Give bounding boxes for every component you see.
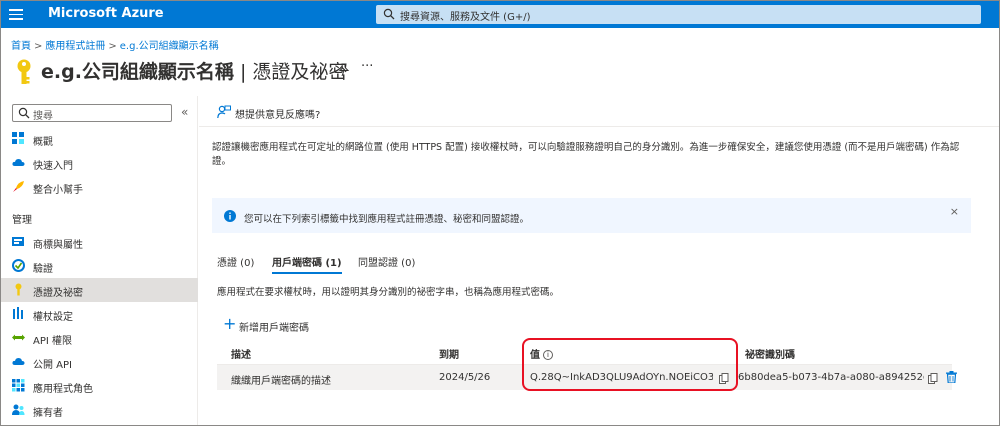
authentication-icon: [12, 259, 25, 272]
tab-certificates[interactable]: 憑證 (0): [217, 254, 254, 269]
tab-federated-credentials[interactable]: 同盟認證 (0): [358, 254, 415, 269]
sidebar-item-integration-assistant[interactable]: 整合小幫手: [1, 175, 198, 199]
sidebar-item-api-permissions[interactable]: API 權限: [1, 326, 198, 350]
main-content: 想提供意見反應嗎? 認證讓機密應用程式在可定址的網路位置 (使用 HTTPS 配…: [199, 96, 999, 425]
key-icon: [15, 283, 22, 296]
collapse-sidebar-button[interactable]: «: [181, 105, 188, 119]
key-icon: [17, 59, 31, 84]
sidebar-item-label: 擁有者: [33, 408, 63, 419]
cloud-quickstart-icon: [12, 159, 25, 166]
close-icon[interactable]: ×: [950, 205, 959, 218]
plus-icon: +: [223, 314, 237, 333]
branding-icon: [12, 237, 24, 246]
sidebar-item-label: 權杖設定: [33, 312, 73, 323]
breadcrumb-separator: >: [34, 41, 43, 52]
page-title-app-name: e.g.公司組織顯示名稱: [41, 61, 234, 83]
rocket-icon: [13, 181, 24, 192]
info-icon: [224, 210, 236, 222]
page-title-section: 憑證及祕密: [252, 61, 348, 83]
secret-id-cell: 6b80dea5-b073-4b7a-a080-a894252d...: [738, 372, 924, 383]
search-icon: [383, 8, 395, 20]
page-title-separator: |: [233, 61, 253, 83]
breadcrumb-app-registrations[interactable]: 應用程式註冊: [45, 41, 105, 52]
global-search-input[interactable]: 搜尋資源、服務及文件 (G+/): [376, 5, 981, 24]
sidebar-item-label: 憑證及祕密: [33, 288, 83, 299]
value-highlight-annotation: [522, 338, 738, 391]
column-header-expires: 到期: [439, 350, 459, 361]
sidebar-item-authentication[interactable]: 驗證: [1, 254, 198, 278]
sidebar-item-quickstart[interactable]: 快速入門: [1, 151, 198, 175]
command-bar-divider: [199, 126, 999, 127]
sidebar-search-input[interactable]: 搜尋: [12, 104, 172, 122]
info-banner: 您可以在下列索引標籤中找到應用程式註冊憑證、秘密和同盟認證。 ×: [212, 198, 971, 233]
delete-trash-icon[interactable]: [946, 371, 957, 383]
tab-client-secrets[interactable]: 用戶端密碼 (1): [272, 254, 342, 274]
column-header-description: 描述: [231, 350, 251, 361]
azure-portal-window: Microsoft Azure 搜尋資源、服務及文件 (G+/) 首頁 > 應用程式…: [0, 0, 1000, 426]
breadcrumb-app-name[interactable]: e.g.公司組織顯示名稱: [120, 41, 219, 52]
sidebar-item-branding[interactable]: 商標與屬性: [1, 230, 198, 254]
brand-name[interactable]: Microsoft Azure: [48, 6, 164, 21]
app-roles-icon: [12, 379, 25, 392]
sidebar-item-overview[interactable]: 概觀: [1, 127, 198, 151]
top-nav-bar: Microsoft Azure 搜尋資源、服務及文件 (G+/): [1, 1, 999, 28]
hamburger-menu-icon[interactable]: [9, 9, 23, 20]
column-header-secret-id: 祕密識別碼: [745, 350, 795, 361]
sidebar-search-placeholder: 搜尋: [33, 111, 53, 122]
sidebar-item-label: 整合小幫手: [33, 185, 83, 196]
sidebar-section-manage: 管理: [12, 215, 32, 226]
sidebar-item-owners[interactable]: 擁有者: [1, 398, 198, 422]
sidebar-item-label: 概觀: [33, 137, 53, 148]
sidebar-item-expose-api[interactable]: 公開 API: [1, 350, 198, 374]
token-bars-icon: [13, 307, 23, 319]
search-placeholder: 搜尋資源、服務及文件 (G+/): [400, 12, 531, 23]
sidebar-item-label: API 權限: [33, 336, 72, 347]
search-icon: [18, 107, 30, 119]
credentials-description: 認證讓機密應用程式在可定址的網路位置 (使用 HTTPS 配置) 接收權杖時，可…: [212, 142, 960, 167]
left-sidebar: 搜尋 « 概觀 快速入門 整合小幫手 管理 商標與屬性 驗證 憑證及祕密 權杖設…: [1, 96, 198, 425]
sidebar-item-label: 快速入門: [33, 161, 73, 172]
sidebar-item-label: 驗證: [33, 264, 53, 275]
info-banner-text: 您可以在下列索引標籤中找到應用程式註冊憑證、秘密和同盟認證。: [244, 214, 530, 225]
feedback-person-icon: [217, 105, 231, 119]
add-client-secret-label: 新增用戶端密碼: [239, 323, 309, 334]
cloud-api-icon: [12, 358, 25, 365]
sidebar-item-app-roles[interactable]: 應用程式角色: [1, 374, 198, 398]
sidebar-item-certificates-secrets[interactable]: 憑證及祕密: [1, 278, 198, 302]
sidebar-item-label: 應用程式角色: [33, 384, 93, 395]
more-options-button[interactable]: ···: [361, 59, 373, 74]
secret-expires-cell: 2024/5/26: [439, 372, 491, 383]
feedback-label: 想提供意見反應嗎?: [235, 110, 321, 121]
client-secret-description: 應用程式在要求權杖時，用以證明其身分識別的祕密字串，也稱為應用程式密碼。: [217, 287, 560, 298]
page-title: e.g.公司組織顯示名稱 | 憑證及祕密: [41, 57, 347, 84]
pin-icon[interactable]: [338, 63, 350, 77]
copy-secret-id-icon[interactable]: [928, 373, 938, 384]
api-permission-icon: [12, 334, 25, 341]
sidebar-item-label: 商標與屬性: [33, 240, 83, 251]
overview-grid-icon: [12, 132, 24, 144]
sidebar-item-label: 公開 API: [33, 360, 72, 371]
breadcrumb-separator: >: [108, 41, 117, 52]
breadcrumb-home[interactable]: 首頁: [11, 41, 31, 52]
secret-description-cell: 織織用戶端密碼的描述: [231, 376, 331, 387]
breadcrumb: 首頁 > 應用程式註冊 > e.g.公司組織顯示名稱: [11, 37, 219, 52]
sidebar-item-token-configuration[interactable]: 權杖設定: [1, 302, 198, 326]
owners-icon: [12, 404, 25, 415]
